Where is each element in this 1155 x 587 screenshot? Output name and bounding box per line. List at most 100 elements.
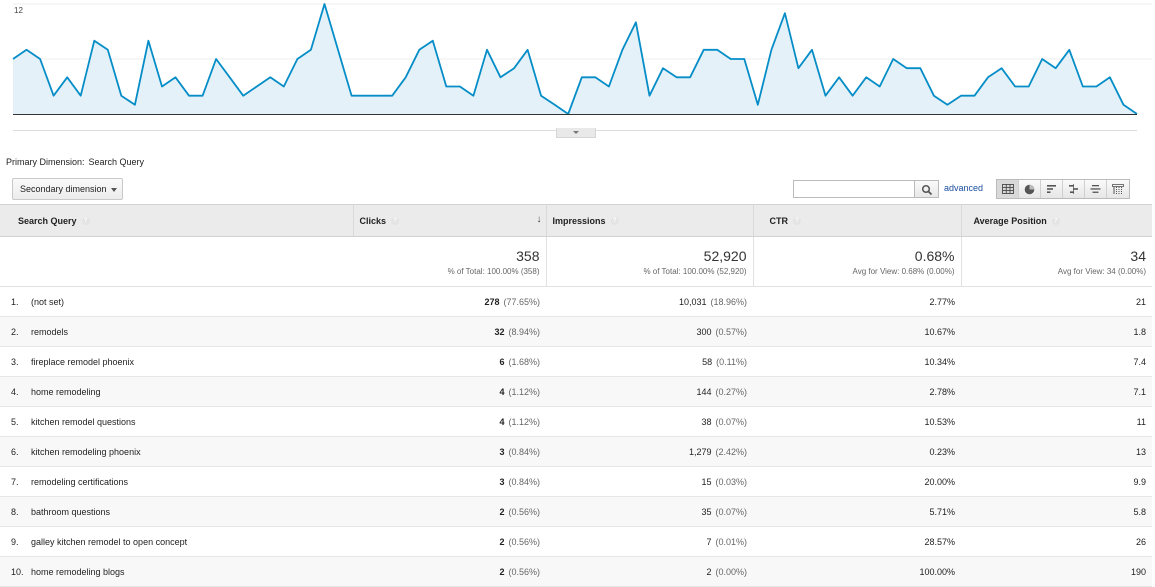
clicks-cell: 4 (1.12%) xyxy=(353,406,546,437)
search-button[interactable] xyxy=(915,180,939,198)
query-link[interactable]: (not set) xyxy=(31,297,64,307)
term-cloud-icon xyxy=(1090,185,1101,193)
impressions-value: 2 xyxy=(706,566,712,577)
ctr-cell: 2.78% xyxy=(753,376,961,407)
impressions-percent: (0.00%) xyxy=(715,566,747,577)
bar-list-icon xyxy=(1047,185,1056,193)
position-cell: 11 xyxy=(961,406,1152,437)
primary-dimension-value[interactable]: Search Query xyxy=(89,157,145,167)
query-cell: 1. (not set) xyxy=(0,286,353,317)
impressions-percent: (0.07%) xyxy=(715,416,747,427)
secondary-dimension-dropdown[interactable]: Secondary dimension xyxy=(12,178,123,200)
table-row: 4. home remodeling 4 (1.12%) 144 (0.27%) 2.78%… xyxy=(0,376,1152,407)
position-cell: 5.8 xyxy=(961,496,1152,527)
column-header-label: Impressions xyxy=(552,215,606,226)
row-number: 6. xyxy=(11,446,19,457)
query-cell: 10. home remodeling blogs xyxy=(0,556,353,587)
totals-label-cell xyxy=(0,236,353,287)
table-row: 8. bathroom questions 2 (0.56%) 35 (0.07%) 5.7… xyxy=(0,496,1152,527)
query-cell: 6. kitchen remodeling phoenix xyxy=(0,436,353,467)
impressions-value: 7 xyxy=(706,536,712,547)
query-link[interactable]: home remodeling blogs xyxy=(31,567,125,577)
query-cell: 7. remodeling certifications xyxy=(0,466,353,497)
impressions-percent: (0.07%) xyxy=(715,506,747,517)
table-row: 9. galley kitchen remodel to open concept… xyxy=(0,526,1152,557)
primary-dimension: Primary Dimension: Search Query xyxy=(6,157,144,167)
clicks-value: 32 xyxy=(494,326,505,337)
impressions-value: 300 xyxy=(696,326,712,337)
row-number: 10. xyxy=(11,566,24,577)
clicks-value: 4 xyxy=(499,386,505,397)
query-link[interactable]: remodels xyxy=(31,327,68,337)
impressions-cell: 7 (0.01%) xyxy=(546,526,753,557)
query-link[interactable]: kitchen remodel questions xyxy=(31,417,136,427)
column-header-search-query[interactable]: Search Query? xyxy=(0,204,354,237)
total-position-sub: Avg for View: 34 (0.00%) xyxy=(1057,266,1146,276)
query-link[interactable]: remodeling certifications xyxy=(31,477,128,487)
query-cell: 2. remodels xyxy=(0,316,353,347)
clicks-value: 278 xyxy=(484,296,500,307)
row-number: 8. xyxy=(11,506,19,517)
total-clicks-value: 358 xyxy=(516,247,540,264)
ctr-cell: 100.00% xyxy=(753,556,961,587)
query-link[interactable]: fireplace remodel phoenix xyxy=(31,357,134,367)
table-search-input[interactable] xyxy=(793,180,915,198)
total-clicks-sub: % of Total: 100.00% (358) xyxy=(447,266,540,276)
help-icon[interactable]: ? xyxy=(1051,217,1060,226)
impressions-cell: 10,031 (18.96%) xyxy=(546,286,753,317)
clicks-cell: 278 (77.65%) xyxy=(353,286,546,317)
impressions-cell: 144 (0.27%) xyxy=(546,376,753,407)
table-row: 5. kitchen remodel questions 4 (1.12%) 38 (0.… xyxy=(0,406,1152,437)
ctr-cell: 0.23% xyxy=(753,436,961,467)
query-link[interactable]: bathroom questions xyxy=(31,507,110,517)
chart-collapse-handle[interactable] xyxy=(556,128,596,138)
sort-descending-icon[interactable]: ↓ xyxy=(537,214,542,225)
clicks-cell: 3 (0.84%) xyxy=(353,436,546,467)
table-header-row: Search Query? Clicks? ↓ Impressions? CTR?… xyxy=(0,204,1152,237)
position-cell: 1.8 xyxy=(961,316,1152,347)
row-number: 4. xyxy=(11,386,19,397)
term-cloud-view-button[interactable] xyxy=(1085,180,1107,198)
query-link[interactable]: home remodeling xyxy=(31,387,101,397)
impressions-value: 10,031 xyxy=(678,296,707,307)
position-cell: 9.9 xyxy=(961,466,1152,497)
column-header-impressions[interactable]: Impressions? xyxy=(546,204,754,237)
advanced-filter-link[interactable]: advanced xyxy=(944,183,983,193)
row-number: 9. xyxy=(11,536,19,547)
help-icon[interactable]: ? xyxy=(610,217,619,226)
query-cell: 8. bathroom questions xyxy=(0,496,353,527)
pie-view-button[interactable] xyxy=(1019,180,1041,198)
clicks-cell: 2 (0.56%) xyxy=(353,556,546,587)
column-header-label: CTR xyxy=(769,215,789,226)
column-header-average-position[interactable]: Average Position? xyxy=(961,204,1152,237)
column-header-label: Clicks xyxy=(359,215,387,226)
help-icon[interactable]: ? xyxy=(793,217,801,226)
total-ctr-value: 0.68% xyxy=(914,247,955,264)
column-header-clicks[interactable]: Clicks? ↓ xyxy=(353,204,547,237)
column-header-ctr[interactable]: CTR? xyxy=(753,204,962,237)
table-row: 7. remodeling certifications 3 (0.84%) 15 (0.… xyxy=(0,466,1152,497)
performance-view-button[interactable] xyxy=(1041,180,1063,198)
total-clicks: 358 % of Total: 100.00% (358) xyxy=(353,236,547,287)
impressions-value: 15 xyxy=(701,476,712,487)
ctr-cell: 20.00% xyxy=(753,466,961,497)
row-number: 5. xyxy=(11,416,19,427)
ctr-cell: 10.67% xyxy=(753,316,961,347)
total-impressions-value: 52,920 xyxy=(703,247,747,264)
clicks-cell: 3 (0.84%) xyxy=(353,466,546,497)
query-cell: 5. kitchen remodel questions xyxy=(0,406,353,437)
impressions-value: 1,279 xyxy=(688,446,712,457)
help-icon[interactable]: ? xyxy=(391,217,400,226)
query-link[interactable]: kitchen remodeling phoenix xyxy=(31,447,141,457)
query-cell: 3. fireplace remodel phoenix xyxy=(0,346,353,377)
position-cell: 190 xyxy=(961,556,1152,587)
clicks-percent: (0.84%) xyxy=(508,476,540,487)
pivot-view-button[interactable] xyxy=(1107,180,1129,198)
primary-dimension-label: Primary Dimension: xyxy=(6,157,85,167)
pivot-icon xyxy=(1112,184,1124,194)
data-table-view-button[interactable] xyxy=(997,180,1019,198)
table-grid-icon xyxy=(1001,184,1014,194)
query-link[interactable]: galley kitchen remodel to open concept xyxy=(31,537,187,547)
comparison-view-button[interactable] xyxy=(1063,180,1085,198)
help-icon[interactable]: ? xyxy=(81,217,90,226)
